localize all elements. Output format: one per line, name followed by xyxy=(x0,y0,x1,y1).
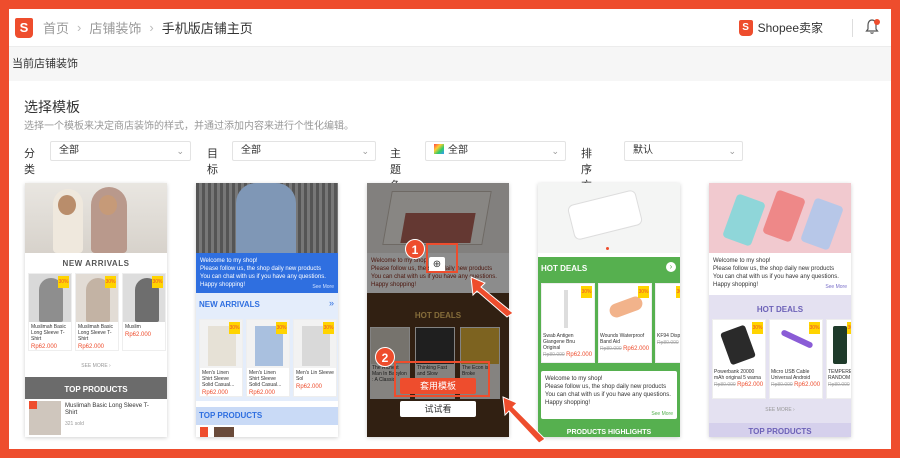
template-card-5[interactable]: Welcome to my shop! Please follow us, th… xyxy=(709,183,851,437)
product-card: 30% Micro USB Cable Universal Android Rp… xyxy=(769,319,823,399)
seller-center-label: Shopee卖家 xyxy=(757,21,823,35)
filter-target-label: 目标 xyxy=(207,148,218,176)
product-card: 30% Men's Linen Shirt Sleeve Solid Casua… xyxy=(246,319,290,397)
filter-theme-value: 全部 xyxy=(448,145,468,156)
annotation-number-1: 1 xyxy=(405,239,425,259)
hot-deals-head: HOT DEALS xyxy=(756,305,804,314)
products-highlights-head: PRODUCTS HIGHLIGHTS xyxy=(538,423,680,437)
annotation-box-2 xyxy=(394,361,490,397)
product-card: 30% Swab Antigen Giangene Bnu Original R… xyxy=(541,283,595,363)
filter-category-value: 全部 xyxy=(59,145,79,156)
chevron-down-icon: ⌄ xyxy=(551,146,559,156)
filter-category-label: 分类 xyxy=(24,148,35,176)
top-products-head: TOP PRODUCTS xyxy=(25,377,167,399)
breadcrumb: 首页 › 店铺装饰 › 手机版店铺主页 xyxy=(43,18,253,37)
shopee-logo-icon[interactable]: S xyxy=(15,17,33,38)
chevron-down-icon: ⌄ xyxy=(361,146,369,156)
hero-image xyxy=(538,183,680,253)
notification-bell-icon[interactable] xyxy=(865,19,880,35)
product-card: 30% Muslimah Basic Long Sleeve T-Shirt R… xyxy=(28,273,72,351)
top-products-head: TOP PRODUCTS xyxy=(196,407,338,425)
section-subtitle: 选择一个模板来决定商店装饰的样式，并通过添加内容来进行个性化编辑。 xyxy=(24,121,354,132)
product-card: 30% Wounds Waterproof Band Aid Rp80.000 … xyxy=(598,283,652,363)
hero-image xyxy=(196,183,338,253)
chevron-down-icon: ⌄ xyxy=(176,146,184,156)
new-arrivals-head: NEW ARRIVALS xyxy=(62,259,130,268)
shopee-bag-icon: S xyxy=(738,19,753,36)
filter-category-select[interactable]: 全部 ⌄ xyxy=(50,141,191,161)
current-store-label: 当前店铺装饰 xyxy=(12,58,78,70)
new-arrivals-head: NEW ARRIVALS » xyxy=(196,293,338,315)
product-card: 30% Men's Lin Sleeve Sol Rp62.000 xyxy=(293,319,337,397)
template-card-2[interactable]: Welcome to my shop! Please follow us, th… xyxy=(196,183,338,437)
hero-image xyxy=(709,183,851,253)
product-card: 30% Muslim Rp62.000 xyxy=(122,273,166,351)
top-bar: S 首页 › 店铺装饰 › 手机版店铺主页 S Shopee卖家 xyxy=(9,9,891,47)
divider xyxy=(852,19,853,37)
filter-sort-select[interactable]: 默认 ⌄ xyxy=(624,141,743,161)
chevron-right-icon: › xyxy=(149,20,154,35)
section-title: 选择模板 xyxy=(24,99,80,115)
filter-theme-select[interactable]: 全部 ⌄ xyxy=(425,141,566,161)
filter-target-select[interactable]: 全部 ⌄ xyxy=(232,141,376,161)
breadcrumb-current: 手机版店铺主页 xyxy=(161,21,253,36)
color-swatch-icon xyxy=(434,144,444,154)
welcome-banner: Welcome to my shop! Please follow us, th… xyxy=(196,253,338,293)
template-panel: 选择模板 选择一个模板来决定商店装饰的样式，并通过添加内容来进行个性化编辑。 分… xyxy=(9,81,891,449)
annotation-arrow-2 xyxy=(502,396,546,444)
product-card: 30% Muslimah Basic Long Sleeve T-Shirt R… xyxy=(75,273,119,351)
welcome-card: Welcome to my shop! Please follow us, th… xyxy=(541,371,677,419)
template-card-1[interactable]: NEW ARRIVALS 30% Muslimah Basic Long Sle… xyxy=(25,183,167,437)
notification-dot xyxy=(874,19,880,25)
top-product-item: Muslimah Basic Long Sleeve T-Shirt 321 s… xyxy=(25,399,167,437)
hero-image xyxy=(25,183,167,253)
filter-sort-value: 默认 xyxy=(633,145,653,156)
top-products-head: TOP PRODUCTS xyxy=(709,423,851,437)
see-more-link: SEE MORE › xyxy=(81,363,111,369)
template-card-4[interactable]: HOT DEALS › 30% Swab Antigen Giangene Bn… xyxy=(538,183,680,437)
product-card: 30% KF94 Disp 4 Ply Mask Rp80.000 xyxy=(655,283,680,363)
try-template-button[interactable]: 试试看 xyxy=(400,401,476,417)
breadcrumb-home[interactable]: 首页 xyxy=(43,18,69,37)
welcome-banner: Welcome to my shop! Please follow us, th… xyxy=(709,253,851,293)
product-card: 30% Men's Linen Shirt Sleeve Solid Casua… xyxy=(199,319,243,397)
annotation-number-2: 2 xyxy=(375,347,395,367)
app-frame: S 首页 › 店铺装饰 › 手机版店铺主页 S Shopee卖家 当前店铺装饰 … xyxy=(9,9,891,449)
product-card: 30% Powerbank 20000 mAh original 5 warna… xyxy=(712,319,766,399)
seller-center-link[interactable]: S Shopee卖家 xyxy=(738,19,823,36)
filter-target-value: 全部 xyxy=(241,145,261,156)
product-card: 30% TEMPERED RANDOM Rp80.000 xyxy=(826,319,851,399)
breadcrumb-decoration[interactable]: 店铺装饰 xyxy=(89,18,141,37)
hot-deals-head: HOT DEALS › xyxy=(538,257,680,279)
annotation-box-1 xyxy=(426,243,458,273)
chevron-down-icon: ⌄ xyxy=(728,146,736,156)
see-more-link: SEE MORE › xyxy=(765,407,795,413)
annotation-arrow-1 xyxy=(470,276,514,318)
chevron-right-icon: › xyxy=(77,20,82,35)
